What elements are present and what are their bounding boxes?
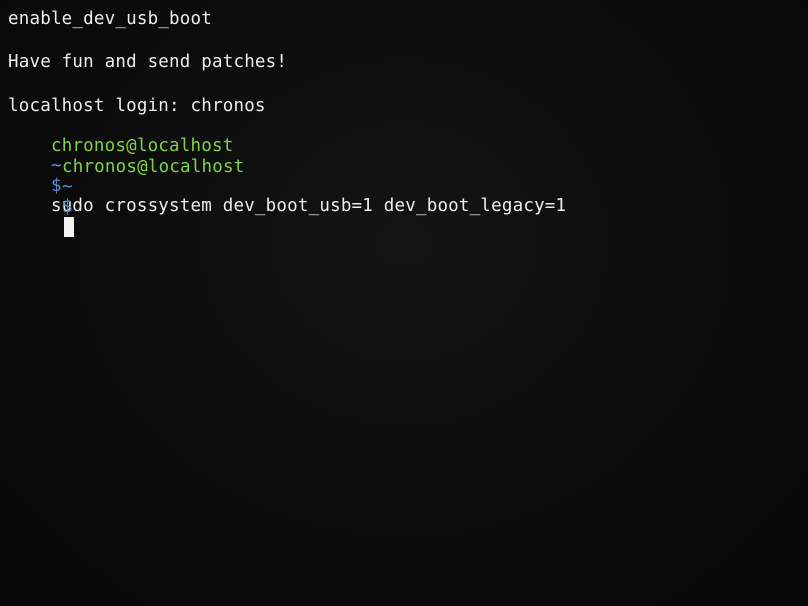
prompt-symbol: $ — [61, 197, 73, 217]
prompt-cwd: ~ — [61, 177, 73, 197]
prompt-line-2[interactable]: chronos@localhost ~ $ — [19, 137, 244, 258]
text-cursor — [63, 217, 74, 237]
login-line: localhost login: chronos — [8, 96, 266, 116]
output-line-enable-dev-usb-boot: enable_dev_usb_boot — [8, 9, 212, 29]
terminal-screen[interactable]: enable_dev_usb_boot Have fun and send pa… — [0, 0, 808, 606]
output-line-have-fun: Have fun and send patches! — [8, 52, 288, 72]
prompt-user-host: chronos@localhost — [61, 157, 245, 177]
